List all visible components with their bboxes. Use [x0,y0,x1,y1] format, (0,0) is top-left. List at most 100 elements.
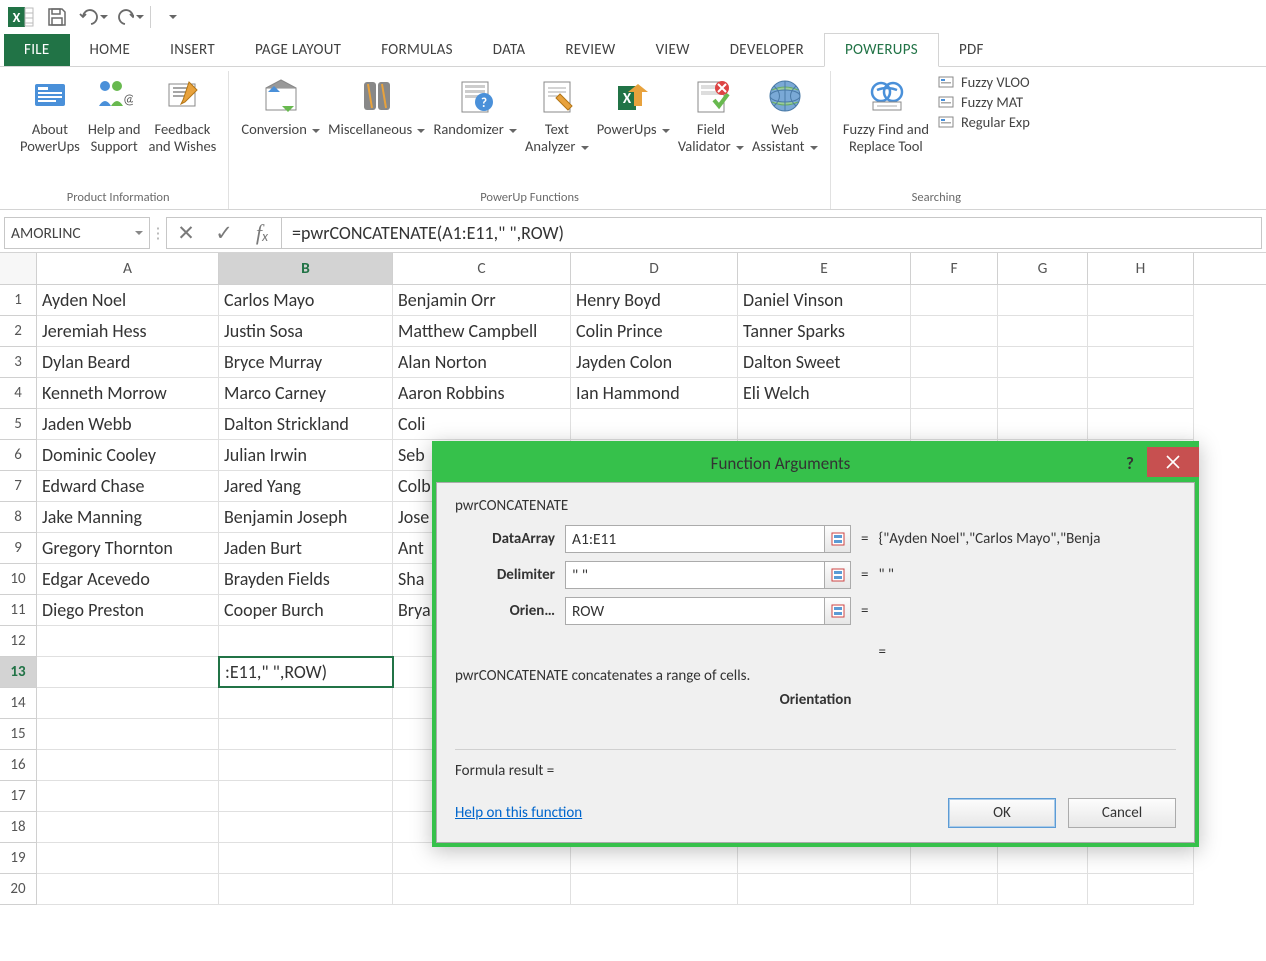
row-header-1[interactable]: 1 [0,285,37,316]
cell-G3[interactable] [998,347,1088,378]
row-header-8[interactable]: 8 [0,502,37,533]
cell-D19[interactable] [571,843,738,874]
tab-developer[interactable]: DEVELOPER [710,34,824,66]
cell-F2[interactable] [911,316,998,347]
cell-A1[interactable]: Ayden Noel [37,285,219,316]
column-header-D[interactable]: D [571,253,738,284]
cell-C1[interactable]: Benjamin Orr [393,285,571,316]
cell-G4[interactable] [998,378,1088,409]
row-header-19[interactable]: 19 [0,843,37,874]
cell-B19[interactable] [219,843,393,874]
argument-input-1[interactable] [565,561,825,589]
cell-A5[interactable]: Jaden Webb [37,409,219,440]
argument-input-2[interactable] [565,597,825,625]
cell-D5[interactable] [571,409,738,440]
help-on-function-link[interactable]: Help on this function [455,804,582,822]
cell-B10[interactable]: Brayden Fields [219,564,393,595]
cell-B4[interactable]: Marco Carney [219,378,393,409]
cell-C19[interactable] [393,843,571,874]
cell-F3[interactable] [911,347,998,378]
cell-E20[interactable] [738,874,911,905]
tab-insert[interactable]: INSERT [150,34,235,66]
cell-A4[interactable]: Kenneth Morrow [37,378,219,409]
cell-A15[interactable] [37,719,219,750]
row-header-18[interactable]: 18 [0,812,37,843]
row-header-20[interactable]: 20 [0,874,37,905]
fuzzy-button[interactable]: Fuzzy Find and Replace Tool [839,71,933,157]
cancel-button[interactable]: Cancel [1068,798,1176,828]
dialog-help-icon[interactable]: ? [1113,447,1147,481]
row-header-2[interactable]: 2 [0,316,37,347]
cell-F20[interactable] [911,874,998,905]
formula-input[interactable]: =pwrCONCATENATE(A1:E11," ",ROW) [281,217,1262,249]
column-header-F[interactable]: F [911,253,998,284]
column-header-B[interactable]: B [219,253,393,284]
range-picker-icon[interactable] [825,525,851,553]
cell-G20[interactable] [998,874,1088,905]
cell-B14[interactable] [219,688,393,719]
enter-formula-icon[interactable]: ✓ [205,220,243,246]
row-header-11[interactable]: 11 [0,595,37,626]
cell-B1[interactable]: Carlos Mayo [219,285,393,316]
cell-E19[interactable] [738,843,911,874]
row-header-15[interactable]: 15 [0,719,37,750]
cell-B11[interactable]: Cooper Burch [219,595,393,626]
random-button[interactable]: ?Randomizer [429,71,521,140]
cell-B17[interactable] [219,781,393,812]
cell-C3[interactable]: Alan Norton [393,347,571,378]
cell-B15[interactable] [219,719,393,750]
cell-B18[interactable] [219,812,393,843]
cell-B16[interactable] [219,750,393,781]
cell-H1[interactable] [1088,285,1194,316]
row-header-6[interactable]: 6 [0,440,37,471]
cell-A12[interactable] [37,626,219,657]
cell-E1[interactable]: Daniel Vinson [738,285,911,316]
cell-H20[interactable] [1088,874,1194,905]
field-button[interactable]: Field Validator [674,71,748,157]
row-header-10[interactable]: 10 [0,564,37,595]
cell-C20[interactable] [393,874,571,905]
misc-button[interactable]: Miscellaneous [324,71,429,140]
select-all-corner[interactable] [0,253,37,284]
web-button[interactable]: Web Assistant [748,71,822,157]
row-header-3[interactable]: 3 [0,347,37,378]
save-icon[interactable] [42,2,72,32]
cell-G2[interactable] [998,316,1088,347]
row-header-9[interactable]: 9 [0,533,37,564]
cell-A8[interactable]: Jake Manning [37,502,219,533]
about-button[interactable]: About PowerUps [16,71,84,157]
cell-A7[interactable]: Edward Chase [37,471,219,502]
cell-A3[interactable]: Dylan Beard [37,347,219,378]
rex-button[interactable]: Regular Exp [937,113,1030,131]
row-header-13[interactable]: 13 [0,657,37,688]
cancel-formula-icon[interactable]: ✕ [167,220,205,246]
row-header-5[interactable]: 5 [0,409,37,440]
powerups-button[interactable]: XPowerUps [593,71,674,140]
cell-A6[interactable]: Dominic Cooley [37,440,219,471]
text-button[interactable]: Text Analyzer [521,71,593,157]
cell-A18[interactable] [37,812,219,843]
tab-pdf[interactable]: PDF [939,34,1004,66]
insert-function-icon[interactable]: fx [243,220,281,246]
row-header-7[interactable]: 7 [0,471,37,502]
cell-B8[interactable]: Benjamin Joseph [219,502,393,533]
column-header-H[interactable]: H [1088,253,1194,284]
cell-A11[interactable]: Diego Preston [37,595,219,626]
tab-home[interactable]: HOME [70,34,151,66]
cell-D1[interactable]: Henry Boyd [571,285,738,316]
cell-A14[interactable] [37,688,219,719]
cell-D20[interactable] [571,874,738,905]
help-button[interactable]: @Help and Support [84,71,145,157]
cell-E3[interactable]: Dalton Sweet [738,347,911,378]
cell-H4[interactable] [1088,378,1194,409]
cell-B6[interactable]: Julian Irwin [219,440,393,471]
range-picker-icon[interactable] [825,597,851,625]
row-header-4[interactable]: 4 [0,378,37,409]
fvl-button[interactable]: Fuzzy VLOO [937,73,1030,91]
cell-F5[interactable] [911,409,998,440]
row-header-16[interactable]: 16 [0,750,37,781]
cell-G1[interactable] [998,285,1088,316]
column-header-E[interactable]: E [738,253,911,284]
row-header-17[interactable]: 17 [0,781,37,812]
cell-B5[interactable]: Dalton Strickland [219,409,393,440]
